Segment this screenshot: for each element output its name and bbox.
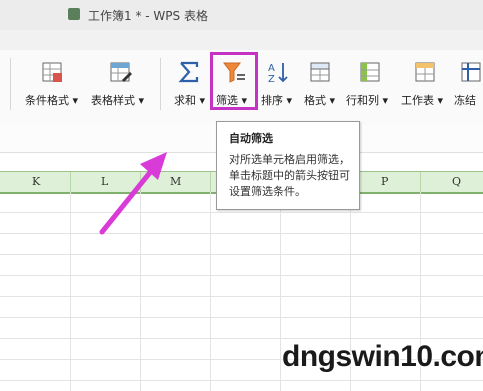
filter-tooltip: 自动筛选 对所选单元格启用筛选，单击标题中的箭头按钮可设置筛选条件。 (216, 121, 360, 210)
tooltip-body: 对所选单元格启用筛选，单击标题中的箭头按钮可设置筛选条件。 (229, 153, 350, 198)
tooltip-title: 自动筛选 (229, 132, 273, 145)
site-watermark: dngswin10.com (282, 340, 483, 373)
